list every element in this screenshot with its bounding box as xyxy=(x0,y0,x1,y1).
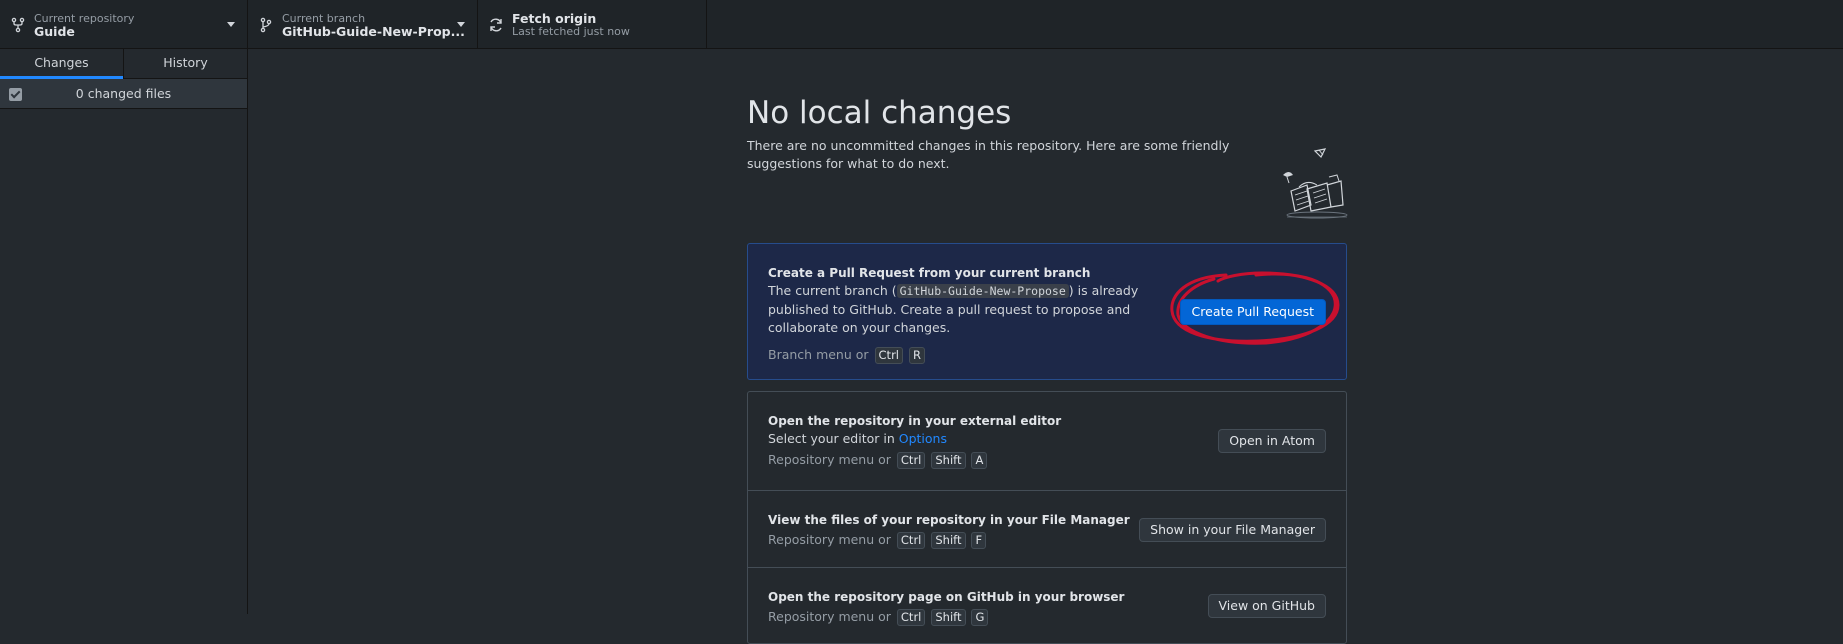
repo-name: Guide xyxy=(34,23,75,39)
desc-text: The current branch ( xyxy=(768,283,897,298)
branch-code: GitHub-Guide-New-Propose xyxy=(896,284,1069,298)
current-branch-button[interactable]: Current branch GitHub-Guide-New-Prop... xyxy=(248,0,478,49)
tab-history[interactable]: History xyxy=(124,49,247,78)
chevron-down-icon xyxy=(457,22,465,27)
fetch-label: Fetch origin xyxy=(512,10,597,26)
desc-text: Select your editor in xyxy=(768,431,899,446)
list-item: Open the repository in your external edi… xyxy=(748,392,1346,491)
create-pull-request-card: Create a Pull Request from your current … xyxy=(747,243,1347,380)
suggestions-list: Open the repository in your external edi… xyxy=(747,391,1347,644)
page-subtitle: There are no uncommitted changes in this… xyxy=(747,138,1230,171)
fetch-status: Last fetched just now xyxy=(512,24,630,38)
sidebar-tabs: Changes History xyxy=(0,49,247,79)
select-all-checkbox[interactable] xyxy=(9,88,22,101)
shortcut-label: Branch menu or xyxy=(768,346,869,362)
sync-icon xyxy=(490,18,502,31)
fetch-origin-button[interactable]: Fetch origin Last fetched just now xyxy=(478,0,707,49)
repo-icon xyxy=(11,17,25,32)
create-pull-request-button[interactable]: Create Pull Request xyxy=(1179,299,1326,325)
kbd-key: Ctrl xyxy=(874,346,903,364)
kbd-key: Shift xyxy=(931,532,966,549)
branch-label: Current branch xyxy=(282,11,366,25)
empty-state-illustration xyxy=(1283,148,1348,219)
toolbar: Current repository Guide Current branch … xyxy=(0,0,1843,49)
open-in-atom-button[interactable]: Open in Atom xyxy=(1218,429,1326,453)
options-link[interactable]: Options xyxy=(899,431,947,446)
action-title: Open the repository in your external edi… xyxy=(768,414,1062,428)
repo-label: Current repository xyxy=(34,11,135,25)
pull-request-description: The current branch (GitHub-Guide-New-Pro… xyxy=(768,282,1188,338)
show-in-file-manager-button[interactable]: Show in your File Manager xyxy=(1139,518,1326,542)
tab-changes[interactable]: Changes xyxy=(0,49,124,79)
view-on-github-button[interactable]: View on GitHub xyxy=(1207,594,1326,618)
kbd-key: G xyxy=(971,609,989,626)
action-description: Select your editor in Options xyxy=(768,430,1188,449)
kbd-key: R xyxy=(908,346,925,364)
no-changes-view: No local changes There are no uncommitte… xyxy=(747,93,1348,644)
shortcut-label: Repository menu or xyxy=(768,609,891,624)
kbd-key: Ctrl xyxy=(896,609,926,626)
list-item: View the files of your repository in you… xyxy=(748,491,1346,568)
list-item: Open the repository page on GitHub in yo… xyxy=(748,568,1346,644)
kbd-key: A xyxy=(971,451,988,469)
shortcut-label: Repository menu or xyxy=(768,532,891,547)
kbd-key: Shift xyxy=(931,609,966,626)
chevron-down-icon xyxy=(227,22,235,27)
kbd-key: Ctrl xyxy=(896,451,926,469)
page-title: No local changes xyxy=(747,95,1012,131)
shortcut-hint: Repository menu or Ctrl Shift A xyxy=(768,451,1326,469)
sidebar: Changes History 0 changed files xyxy=(0,49,248,614)
shortcut-label: Repository menu or xyxy=(768,451,891,467)
changed-files-count: 0 changed files xyxy=(75,86,172,101)
current-repository-button[interactable]: Current repository Guide xyxy=(0,0,248,49)
shortcut-hint: Branch menu or Ctrl R xyxy=(768,346,1326,364)
changes-header: 0 changed files xyxy=(0,79,247,109)
kbd-key: Shift xyxy=(931,451,966,469)
branch-name: GitHub-Guide-New-Prop... xyxy=(282,23,465,39)
kbd-key: Ctrl xyxy=(896,532,926,549)
main-panel: No local changes There are no uncommitte… xyxy=(248,49,1843,644)
branch-icon xyxy=(260,17,272,32)
kbd-key: F xyxy=(971,532,987,549)
